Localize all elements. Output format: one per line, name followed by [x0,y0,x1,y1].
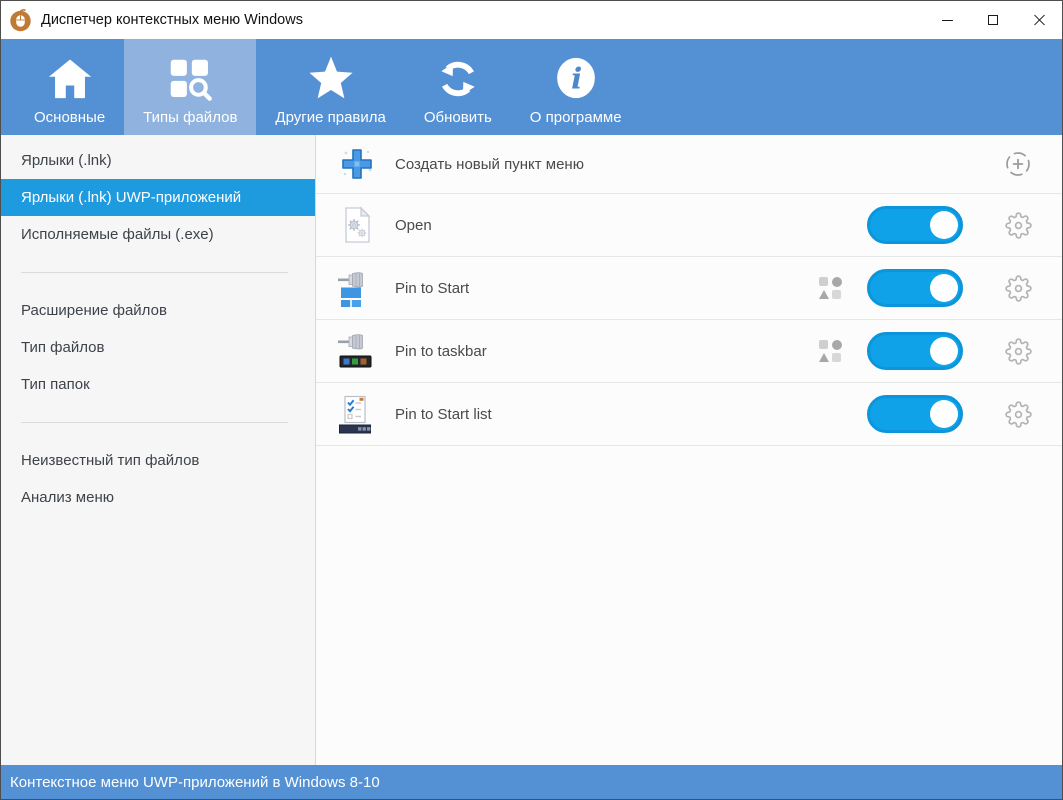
tab-other-rules[interactable]: Другие правила [256,39,404,135]
toggle-switch-pin-to-start[interactable] [867,269,963,307]
minimize-button[interactable] [924,1,970,39]
home-icon [47,53,93,101]
sidebar-item-lnk-uwp[interactable]: Ярлыки (.lnk) UWP-приложений [1,179,315,216]
refresh-icon [436,53,480,101]
settings-gear-button[interactable] [1004,211,1032,239]
toolbar: Основные Типы файлов Другие правила Обно… [1,39,1062,135]
settings-gear-button[interactable] [1004,274,1032,302]
gear-icon [1004,400,1032,428]
menu-entry-label: Pin to Start list [395,405,492,423]
pin-to-taskbar-icon [336,330,378,372]
document-gears-icon [336,204,378,246]
title-bar: Диспетчер контекстных меню Windows [1,1,1062,39]
toggle-switch-pin-to-start-list[interactable] [867,395,963,433]
toggle-knob [930,337,958,365]
toggle-knob [930,274,958,302]
mouse-logo-icon [10,8,31,31]
tab-about[interactable]: i О программе [511,39,641,135]
menu-entry-label: Pin to taskbar [395,342,487,360]
pin-to-start-list-icon [336,393,378,435]
settings-gear-button[interactable] [1004,400,1032,428]
tab-other-rules-label: Другие правила [275,109,386,126]
minimize-icon [941,19,953,21]
tab-main[interactable]: Основные [15,39,124,135]
add-menu-item-button[interactable] [1004,150,1032,178]
toggle-switch-open[interactable] [867,206,963,244]
uwp-shapes-icon [818,339,842,363]
tab-main-label: Основные [34,109,106,126]
main-area: Ярлыки (.lnk) Ярлыки (.lnk) UWP-приложен… [1,135,1062,765]
status-bar: Контекстное меню UWP-приложений в Window… [1,765,1062,799]
sidebar-divider [21,422,288,423]
pin-to-start-icon [336,267,378,309]
uwp-shapes-icon [818,276,842,300]
maximize-icon [988,15,998,25]
tab-about-label: О программе [529,109,622,126]
sidebar-item-file-type[interactable]: Тип файлов [1,329,315,366]
window-controls [924,1,1062,39]
row-controls [818,269,1032,307]
sidebar-divider [21,272,288,273]
file-types-icon [168,53,213,101]
info-icon: i [554,53,598,101]
row-controls [818,332,1032,370]
tab-file-types[interactable]: Типы файлов [124,39,257,135]
tab-refresh[interactable]: Обновить [405,39,511,135]
gear-icon [1004,274,1032,302]
sidebar-item-exe[interactable]: Исполняемые файлы (.exe) [1,216,315,253]
tab-refresh-label: Обновить [423,109,492,126]
menu-entry-row[interactable]: Pin to Start list [316,383,1062,446]
star-icon [307,53,355,101]
close-button[interactable] [1016,1,1062,39]
toggle-knob [930,211,958,239]
toggle-switch-pin-to-taskbar[interactable] [867,332,963,370]
content-panel: Создать новый пункт меню Open Pin to Sta… [316,135,1062,765]
menu-entry-row[interactable]: Open [316,194,1062,257]
row-controls [818,395,1032,433]
window-title: Диспетчер контекстных меню Windows [41,12,303,28]
blue-plus-icon [336,143,378,185]
row-controls [1004,150,1032,178]
gear-icon [1004,211,1032,239]
sidebar-item-menu-analysis[interactable]: Анализ меню [1,479,315,516]
row-controls [818,206,1032,244]
create-new-menu-item-row[interactable]: Создать новый пункт меню [316,135,1062,194]
sidebar-item-lnk[interactable]: Ярлыки (.lnk) [1,142,315,179]
menu-entry-row[interactable]: Pin to Start [316,257,1062,320]
app-window: Диспетчер контекстных меню Windows Основ… [0,0,1063,800]
settings-gear-button[interactable] [1004,337,1032,365]
dashed-plus-circle-icon [1006,152,1030,176]
sidebar-item-folder-type[interactable]: Тип папок [1,366,315,403]
toggle-knob [930,400,958,428]
menu-entry-row[interactable]: Pin to taskbar [316,320,1062,383]
tab-file-types-label: Типы файлов [143,109,238,126]
menu-entry-label: Open [395,216,432,234]
sidebar: Ярлыки (.lnk) Ярлыки (.lnk) UWP-приложен… [1,135,316,765]
close-icon [1033,14,1045,26]
gear-icon [1004,337,1032,365]
sidebar-item-unknown-type[interactable]: Неизвестный тип файлов [1,442,315,479]
create-new-menu-item-label: Создать новый пункт меню [395,155,584,173]
menu-entry-label: Pin to Start [395,279,470,297]
status-text: Контекстное меню UWP-приложений в Window… [10,773,380,791]
sidebar-item-file-extension[interactable]: Расширение файлов [1,292,315,329]
svg-text:i: i [571,61,582,96]
maximize-button[interactable] [970,1,1016,39]
